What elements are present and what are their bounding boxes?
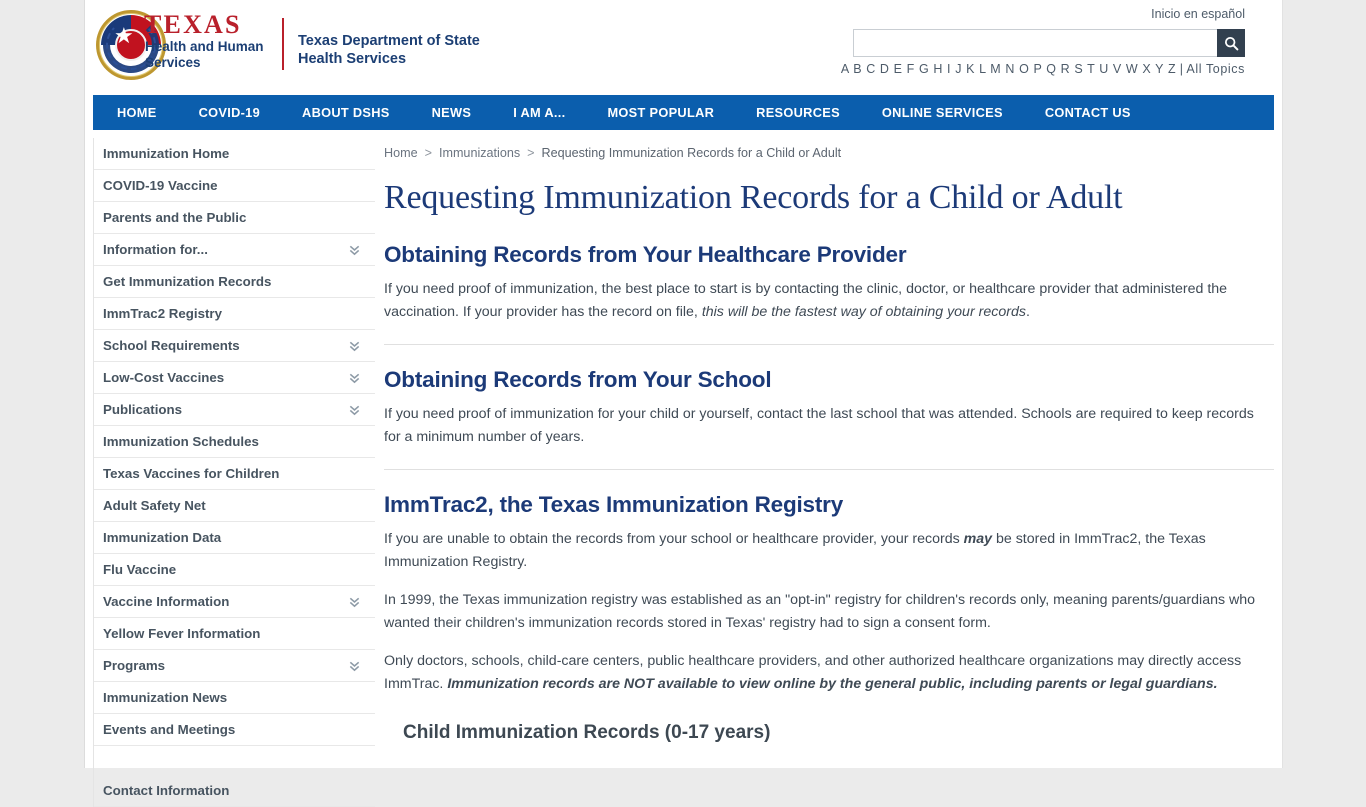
alphabet-index: A B C D E F G H I J K L M N O P Q R S T … <box>841 62 1245 76</box>
alphabet-letters[interactable]: A B C D E F G H I J K L M N O P Q R S T … <box>841 62 1176 76</box>
sidebar-item-label: Publications <box>103 401 183 417</box>
spanish-home-link[interactable]: Inicio en español <box>1151 7 1245 21</box>
section-immtrac2: ImmTrac2, the Texas Immunization Registr… <box>384 469 1274 745</box>
breadcrumb-immunizations[interactable]: Immunizations <box>439 146 520 160</box>
breadcrumb: Home > Immunizations > Requesting Immunizati… <box>384 130 1274 161</box>
section-healthcare-provider: Obtaining Records from Your Healthcare P… <box>384 242 1274 323</box>
paragraph-emphasis: Immunization records are NOT available t… <box>447 675 1218 692</box>
section-paragraph: Only doctors, schools, child-care center… <box>384 650 1274 695</box>
sidebar-item-label: Immunization News <box>103 689 228 705</box>
main-content: Home > Immunizations > Requesting Immunizati… <box>384 130 1274 745</box>
section-paragraph: If you need proof of immunization, the b… <box>384 278 1274 323</box>
sidebar-item-label: Immunization Data <box>103 529 222 545</box>
sidebar-item-parents-and-the-public[interactable]: Parents and the Public <box>94 202 375 234</box>
nav-item-contact-us[interactable]: CONTACT US <box>1045 105 1131 120</box>
sidebar-item-information-for[interactable]: Information for... <box>94 234 375 266</box>
search-input[interactable] <box>853 29 1217 57</box>
chevron-double-down-icon[interactable] <box>348 339 361 352</box>
paragraph-emphasis: this will be the fastest way of obtainin… <box>701 303 1026 320</box>
sidebar-item-label: Contact Information <box>103 782 230 798</box>
nav-item-news[interactable]: NEWS <box>432 105 472 120</box>
breadcrumb-separator: > <box>527 146 535 160</box>
sidebar-item-label: Programs <box>103 657 166 673</box>
section-school: Obtaining Records from Your School If yo… <box>384 344 1274 448</box>
sidebar-item-label: Get Immunization Records <box>103 273 272 289</box>
sidebar-item-label: Yellow Fever Information <box>103 625 261 641</box>
sidebar-item-immunization-data[interactable]: Immunization Data <box>94 522 375 554</box>
nav-item-about-dshs[interactable]: ABOUT DSHS <box>302 105 390 120</box>
sidebar-item-label: Events and Meetings <box>103 721 236 737</box>
section-paragraph: If you need proof of immunization for yo… <box>384 406 1254 445</box>
sidebar-item-low-cost-vaccines[interactable]: Low-Cost Vaccines <box>94 362 375 394</box>
sidebar-item-label: Immunization Schedules <box>103 433 259 449</box>
sidebar-item-label: Immunization Home <box>103 145 230 161</box>
chevron-double-down-icon[interactable] <box>348 403 361 416</box>
brand-texas-wordmark: TEXAS <box>144 10 242 39</box>
main-navigation: HOME COVID-19 ABOUT DSHS NEWS I AM A... … <box>93 95 1274 130</box>
chevron-double-down-icon[interactable] <box>348 595 361 608</box>
search-button[interactable] <box>1217 29 1245 57</box>
sidebar-item-immunization-schedules[interactable]: Immunization Schedules <box>94 426 375 458</box>
sidebar-item-label: Information for... <box>103 241 208 257</box>
sidebar-item-label: Adult Safety Net <box>103 497 206 513</box>
sidebar-item-label: Parents and the Public <box>103 209 247 225</box>
sidebar-item-label: ImmTrac2 Registry <box>103 305 222 321</box>
chevron-double-down-icon[interactable] <box>348 659 361 672</box>
breadcrumb-home[interactable]: Home <box>384 146 418 160</box>
sidebar-item-yellow-fever-information[interactable]: Yellow Fever Information <box>94 618 375 650</box>
nav-item-resources[interactable]: RESOURCES <box>756 105 840 120</box>
sidebar-item-immunization-home[interactable]: Immunization Home <box>94 138 375 170</box>
sidebar-item-programs[interactable]: Programs <box>94 650 375 682</box>
section-sidebar: Immunization Home COVID-19 Vaccine Paren… <box>93 138 375 807</box>
sidebar-item-label: Vaccine Information <box>103 593 230 609</box>
section-heading: ImmTrac2, the Texas Immunization Registr… <box>384 492 844 517</box>
sidebar-item-flu-vaccine[interactable]: Flu Vaccine <box>94 554 375 586</box>
alphabet-separator: | <box>1176 62 1187 76</box>
sidebar-item-texas-vaccines-for-children[interactable]: Texas Vaccines for Children <box>94 458 375 490</box>
sidebar-item-label: School Requirements <box>103 337 240 353</box>
sidebar-item-label: Flu Vaccine <box>103 561 177 577</box>
page-title: Requesting Immunization Records for a Ch… <box>384 179 1123 216</box>
sidebar-item-vaccine-information[interactable]: Vaccine Information <box>94 586 375 618</box>
subsection-heading-child-records: Child Immunization Records (0-17 years) <box>403 722 771 743</box>
brand-hhs-label: Health and Human Services <box>145 39 264 70</box>
section-heading: Obtaining Records from Your School <box>384 367 772 392</box>
chevron-double-down-icon[interactable] <box>348 243 361 256</box>
page-container: ★ TEXAS Health and Human Services Texas … <box>84 0 1284 807</box>
section-paragraph: If you are unable to obtain the records … <box>384 528 1274 573</box>
section-paragraph: In 1999, the Texas immunization registry… <box>384 592 1256 631</box>
site-header: ★ TEXAS Health and Human Services Texas … <box>85 0 1282 94</box>
brand-agency-label: Texas Department of State Health Service… <box>298 33 480 67</box>
sidebar-item-label: Texas Vaccines for Children <box>103 465 280 481</box>
chevron-double-down-icon[interactable] <box>348 371 361 384</box>
breadcrumb-current: Requesting Immunization Records for a Ch… <box>541 146 842 160</box>
paragraph-text-tail: . <box>1025 303 1030 320</box>
site-search <box>853 29 1245 57</box>
sidebar-item-publications[interactable]: Publications <box>94 394 375 426</box>
all-topics-link[interactable]: All Topics <box>1186 62 1245 76</box>
breadcrumb-separator: > <box>424 146 432 160</box>
sidebar-item-immunization-news[interactable]: Immunization News <box>94 682 375 714</box>
section-heading: Obtaining Records from Your Healthcare P… <box>384 242 907 267</box>
sidebar-item-label: COVID-19 Vaccine <box>103 177 218 193</box>
sidebar-item-events-and-meetings[interactable]: Events and Meetings <box>94 714 375 746</box>
nav-item-most-popular[interactable]: MOST POPULAR <box>607 105 714 120</box>
nav-item-online-services[interactable]: ONLINE SERVICES <box>882 105 1003 120</box>
nav-item-covid-19[interactable]: COVID-19 <box>199 105 260 120</box>
sidebar-item-covid-19-vaccine[interactable]: COVID-19 Vaccine <box>94 170 375 202</box>
sidebar-item-school-requirements[interactable]: School Requirements <box>94 330 375 362</box>
paragraph-text: If you are unable to obtain the records … <box>384 531 964 547</box>
sidebar-item-immtrac2-registry[interactable]: ImmTrac2 Registry <box>94 298 375 330</box>
sidebar-item-contact-information[interactable]: Contact Information <box>94 775 375 807</box>
brand-divider <box>282 18 284 70</box>
nav-item-i-am-a[interactable]: I AM A... <box>513 105 565 120</box>
search-icon <box>1224 36 1238 50</box>
sidebar-item-label: Low-Cost Vaccines <box>103 369 225 385</box>
sidebar-item-get-immunization-records[interactable]: Get Immunization Records <box>94 266 375 298</box>
sidebar-item-adult-safety-net[interactable]: Adult Safety Net <box>94 490 375 522</box>
paragraph-emphasis: may <box>963 531 993 547</box>
nav-item-home[interactable]: HOME <box>117 105 157 120</box>
content-area: Immunization Home COVID-19 Vaccine Paren… <box>85 130 1284 807</box>
